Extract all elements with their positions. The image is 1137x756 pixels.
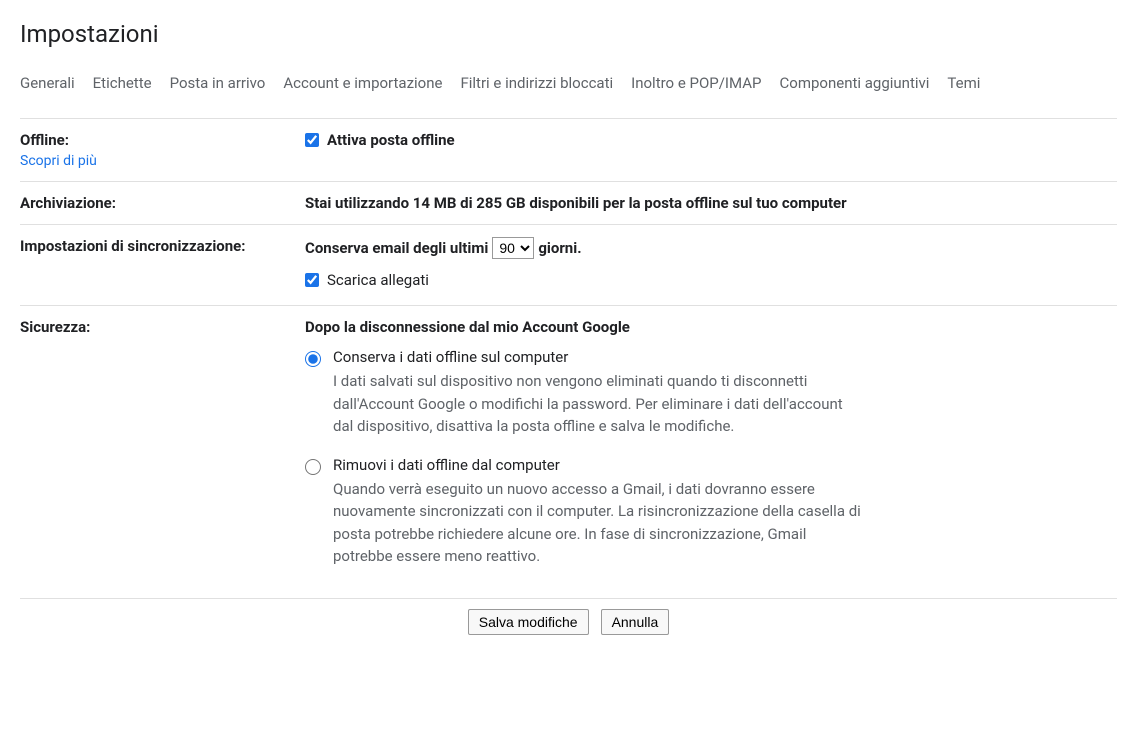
- tab-labels[interactable]: Etichette: [93, 68, 152, 98]
- sync-days-select[interactable]: 90: [492, 237, 534, 259]
- action-buttons: Salva modifiche Annulla: [20, 598, 1117, 641]
- sync-label: Impostazioni di sincronizzazione:: [20, 237, 246, 255]
- enable-offline-label: Attiva posta offline: [327, 131, 455, 149]
- cancel-button[interactable]: Annulla: [601, 609, 670, 635]
- tab-filters[interactable]: Filtri e indirizzi bloccati: [460, 68, 613, 98]
- keep-data-radio[interactable]: [305, 351, 321, 367]
- security-heading: Dopo la disconnessione dal mio Account G…: [305, 318, 1117, 336]
- download-attachments-label: Scarica allegati: [327, 271, 429, 289]
- save-button[interactable]: Salva modifiche: [468, 609, 589, 635]
- tab-inbox[interactable]: Posta in arrivo: [170, 68, 266, 98]
- remove-data-desc: Quando verrà eseguito un nuovo accesso a…: [333, 478, 865, 568]
- security-option-keep: Conserva i dati offline sul computer I d…: [305, 348, 865, 438]
- tab-addons[interactable]: Componenti aggiuntivi: [780, 68, 930, 98]
- storage-section: Archiviazione: Stai utilizzando 14 MB di…: [20, 181, 1117, 224]
- storage-text: Stai utilizzando 14 MB di 285 GB disponi…: [305, 194, 847, 212]
- sync-suffix: giorni.: [538, 239, 581, 257]
- sync-section: Impostazioni di sincronizzazione: Conser…: [20, 224, 1117, 305]
- security-section: Sicurezza: Dopo la disconnessione dal mi…: [20, 305, 1117, 598]
- remove-data-radio[interactable]: [305, 459, 321, 475]
- storage-label: Archiviazione:: [20, 194, 116, 212]
- offline-label: Offline:: [20, 131, 69, 149]
- tab-accounts[interactable]: Account e importazione: [283, 68, 442, 98]
- security-option-remove: Rimuovi i dati offline dal computer Quan…: [305, 456, 865, 568]
- tab-general[interactable]: Generali: [20, 68, 75, 98]
- security-label: Sicurezza:: [20, 318, 90, 336]
- download-attachments-checkbox[interactable]: [305, 273, 319, 287]
- offline-section: Offline: Scopri di più Attiva posta offl…: [20, 118, 1117, 181]
- tab-forwarding[interactable]: Inoltro e POP/IMAP: [631, 68, 761, 98]
- tab-themes[interactable]: Temi: [947, 68, 980, 98]
- keep-data-title: Conserva i dati offline sul computer: [333, 348, 865, 366]
- learn-more-link[interactable]: Scopri di più: [20, 153, 305, 169]
- enable-offline-checkbox[interactable]: [305, 133, 319, 147]
- settings-tabs: Generali Etichette Posta in arrivo Accou…: [20, 68, 1117, 106]
- remove-data-title: Rimuovi i dati offline dal computer: [333, 456, 865, 474]
- page-title: Impostazioni: [20, 20, 1117, 48]
- sync-prefix: Conserva email degli ultimi: [305, 239, 488, 257]
- keep-data-desc: I dati salvati sul dispositivo non vengo…: [333, 370, 865, 438]
